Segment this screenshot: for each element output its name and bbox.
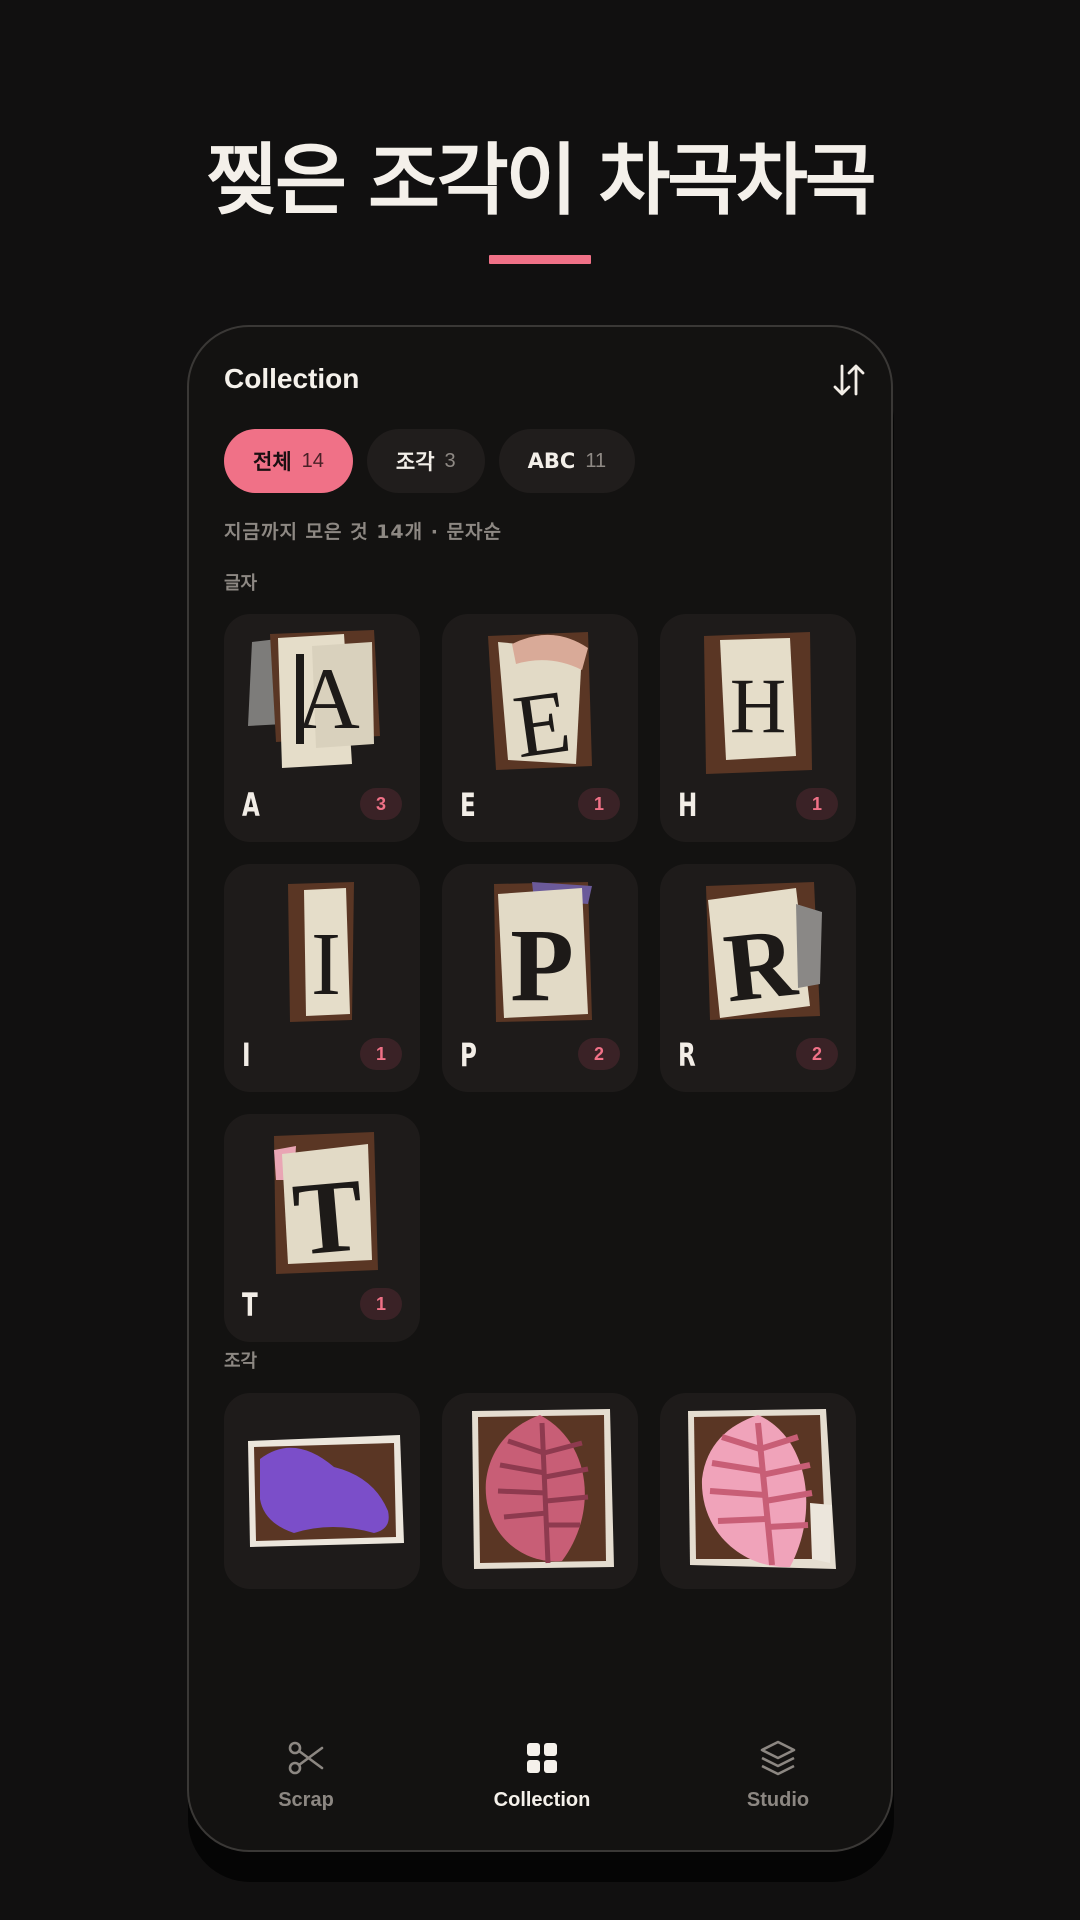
count-badge: 1 (360, 1288, 402, 1320)
letter-glyph: A (242, 786, 260, 824)
letter-glyph: H (678, 786, 698, 824)
phone-frame: Collection 전체 14 조각 3 ABC 11 지금까지 모은 것 1… (187, 325, 893, 1852)
collection-summary: 지금까지 모은 것 14개 · 문자순 (224, 521, 503, 543)
tab-label: Scrap (278, 1789, 334, 1811)
chip-label: ABC (527, 449, 576, 473)
bottom-tab-bar: Scrap Collection Studio (189, 1737, 891, 1850)
letter-card-a[interactable]: A A 3 (224, 614, 420, 842)
letter-card-h[interactable]: H H 1 (660, 614, 856, 842)
chip-count: 11 (585, 449, 607, 472)
piece-card-light-pink-leaf[interactable] (660, 1393, 856, 1589)
letter-glyph: I (242, 1036, 251, 1074)
layers-icon (760, 1740, 796, 1776)
count-badge: 1 (360, 1038, 402, 1070)
svg-text:R: R (719, 908, 802, 1023)
piece-card-purple[interactable] (224, 1393, 420, 1589)
torn-letter-r-image: R (706, 882, 822, 1023)
tab-studio[interactable]: Studio (678, 1737, 878, 1812)
svg-text:P: P (510, 908, 574, 1023)
sort-arrows-icon (833, 364, 865, 396)
purple-paper-scrap-image (248, 1435, 404, 1547)
chip-pieces[interactable]: 조각 3 (366, 429, 485, 493)
count-badge: 1 (578, 788, 620, 820)
torn-letter-t-image: T (274, 1132, 378, 1278)
chip-count: 3 (444, 449, 456, 472)
svg-text:H: H (730, 662, 786, 749)
tab-label: Studio (746, 1789, 810, 1811)
letter-glyph: P (460, 1036, 477, 1074)
torn-letter-i-image: I (288, 882, 354, 1022)
chip-label: 전체 (253, 450, 292, 474)
filter-chips: 전체 14 조각 3 ABC 11 (224, 429, 636, 493)
letter-glyph: E (460, 786, 476, 824)
section-pieces-label: 조각 (224, 1351, 258, 1372)
scissors-icon (288, 1741, 324, 1775)
sort-button[interactable] (829, 359, 869, 401)
torn-letter-p-image: P (494, 882, 592, 1023)
piece-card-dark-pink-leaf[interactable] (442, 1393, 638, 1589)
letter-card-i[interactable]: I I 1 (224, 864, 420, 1092)
chip-all[interactable]: 전체 14 (224, 429, 353, 493)
grid-icon (527, 1743, 557, 1773)
svg-text:T: T (289, 1157, 368, 1278)
tab-collection[interactable]: Collection (442, 1737, 642, 1812)
torn-letter-a-image: A (248, 630, 380, 768)
letter-card-p[interactable]: P P 2 (442, 864, 638, 1092)
count-badge: 2 (578, 1038, 620, 1070)
chip-label: 조각 (395, 450, 435, 474)
section-letters-label: 글자 (224, 573, 258, 594)
chip-abc[interactable]: ABC 11 (498, 429, 636, 493)
light-pink-leaf-scrap-image (688, 1409, 836, 1569)
accent-underline (489, 255, 591, 264)
torn-letter-h-image: H (704, 632, 812, 774)
svg-text:A: A (296, 651, 360, 748)
count-badge: 2 (796, 1038, 838, 1070)
letter-card-e[interactable]: E E 1 (442, 614, 638, 842)
page-title: Collection (224, 363, 360, 394)
letter-glyph: R (678, 1036, 696, 1074)
letter-card-t[interactable]: T T 1 (224, 1114, 420, 1342)
headline: 찢은 조각이 차곡차곡 (206, 136, 876, 226)
torn-letter-e-image: E (488, 632, 592, 777)
tab-scrap[interactable]: Scrap (206, 1737, 406, 1812)
svg-text:I: I (311, 915, 341, 1014)
chip-count: 14 (301, 449, 324, 472)
letter-card-r[interactable]: R R 2 (660, 864, 856, 1092)
count-badge: 3 (360, 788, 402, 820)
dark-pink-leaf-scrap-image (472, 1409, 614, 1569)
letter-glyph: T (242, 1286, 258, 1324)
tab-label: Collection (493, 1789, 591, 1811)
count-badge: 1 (796, 788, 838, 820)
